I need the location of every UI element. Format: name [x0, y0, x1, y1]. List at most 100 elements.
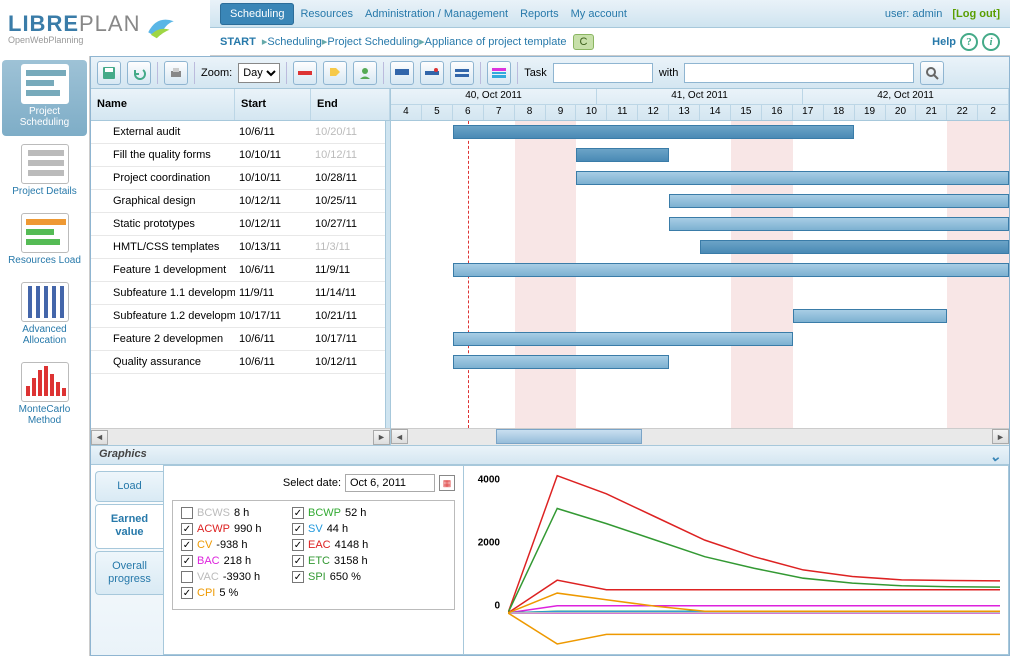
select-date-input[interactable]	[345, 474, 435, 492]
checkbox-icon[interactable]: ✓	[181, 539, 193, 551]
table-row[interactable]: Subfeature 1.2 developme10/17/1110/21/11	[91, 305, 390, 328]
checkbox-icon[interactable]: ✓	[181, 523, 193, 535]
sidebar-item-project-scheduling[interactable]: Project Scheduling	[2, 60, 87, 136]
graphics-header[interactable]: Graphics⌄	[91, 445, 1009, 465]
table-row[interactable]: Graphical design10/12/1110/25/11	[91, 190, 390, 213]
gantt-bar[interactable]	[669, 194, 1009, 208]
sidebar-icon	[21, 213, 69, 253]
calendar-icon[interactable]: ▦	[439, 475, 455, 491]
day-header: 6	[453, 105, 484, 120]
legend-item[interactable]: ✓ACWP 990 h	[181, 523, 276, 535]
graphics-tab[interactable]: Load	[95, 471, 163, 502]
table-row[interactable]: Static prototypes10/12/1110/27/11	[91, 213, 390, 236]
gantt-bar[interactable]	[576, 148, 669, 162]
day-header: 10	[576, 105, 607, 120]
day-header: 20	[886, 105, 917, 120]
graphics-tab[interactable]: Overall progress	[95, 551, 163, 595]
sidebar-item-resources-load[interactable]: Resources Load	[2, 209, 87, 274]
logout-link[interactable]: [Log out]	[952, 8, 1000, 20]
legend-item[interactable]: ✓ETC 3158 h	[292, 555, 387, 567]
day-header: 12	[638, 105, 669, 120]
col-name[interactable]: Name	[91, 89, 235, 120]
crumb-start[interactable]: START	[220, 36, 256, 48]
checkbox-icon[interactable]: ✓	[292, 571, 304, 583]
table-row[interactable]: Fill the quality forms10/10/1110/12/11	[91, 144, 390, 167]
nav-tab-administration-management[interactable]: Administration / Management	[359, 4, 514, 24]
search-icon[interactable]	[920, 61, 944, 85]
task-input[interactable]	[553, 63, 653, 83]
nav-tab-resources[interactable]: Resources	[294, 4, 359, 24]
save-icon[interactable]	[97, 61, 121, 85]
filter-icon[interactable]	[450, 61, 474, 85]
sidebar-item-project-details[interactable]: Project Details	[2, 140, 87, 205]
crumb[interactable]: Project Scheduling	[327, 36, 419, 48]
undo-icon[interactable]	[127, 61, 151, 85]
table-row[interactable]: HMTL/CSS templates10/13/1111/3/11	[91, 236, 390, 259]
legend-item[interactable]: ✓CPI 5 %	[181, 587, 276, 599]
graphics-tab[interactable]: Earned value	[95, 504, 163, 548]
table-row[interactable]: Feature 1 development10/6/1111/9/11	[91, 259, 390, 282]
legend-item[interactable]: ✓EAC 4148 h	[292, 539, 387, 551]
info-icon[interactable]: i	[982, 33, 1000, 51]
breadcrumb: START ▸Scheduling▸Project Scheduling▸App…	[210, 28, 1010, 56]
gantt-bar[interactable]	[576, 171, 1009, 185]
print-icon[interactable]	[164, 61, 188, 85]
legend-item[interactable]: ✓BCWP 52 h	[292, 507, 387, 519]
checkbox-icon[interactable]: ✓	[292, 523, 304, 535]
grid-hscroll[interactable]: ◄►	[91, 428, 390, 445]
nav-tab-scheduling[interactable]: Scheduling	[220, 3, 294, 25]
table-row[interactable]: Project coordination10/10/1110/28/11	[91, 167, 390, 190]
with-input[interactable]	[684, 63, 914, 83]
day-header: 13	[669, 105, 700, 120]
col-start[interactable]: Start	[235, 89, 311, 120]
gantt-hscroll[interactable]: ◄ ►	[391, 428, 1009, 445]
help-icon[interactable]: ?	[960, 33, 978, 51]
critical-path-icon[interactable]	[293, 61, 317, 85]
zoom-select[interactable]: Day	[238, 63, 280, 83]
legend-item[interactable]: BCWS 8 h	[181, 507, 276, 519]
checkbox-icon[interactable]: ✓	[181, 555, 193, 567]
legend-item[interactable]: VAC -3930 h	[181, 571, 276, 583]
gantt-bar[interactable]	[453, 332, 793, 346]
resources-icon[interactable]	[353, 61, 377, 85]
table-row[interactable]: Feature 2 developmen10/6/1110/17/11	[91, 328, 390, 351]
legend-item[interactable]: ✓SV 44 h	[292, 523, 387, 535]
gantt-bar[interactable]	[669, 217, 1009, 231]
gantt-bar[interactable]	[453, 355, 669, 369]
checkbox-icon[interactable]: ✓	[181, 587, 193, 599]
sidebar-item-advanced-allocation[interactable]: Advanced Allocation	[2, 278, 87, 354]
day-header: 15	[731, 105, 762, 120]
sidebar-item-montecarlo-method[interactable]: MonteCarlo Method	[2, 358, 87, 434]
day-header: 14	[700, 105, 731, 120]
gantt-bar[interactable]	[453, 125, 855, 139]
chevron-down-icon[interactable]: ⌄	[989, 448, 1001, 462]
table-row[interactable]: External audit10/6/1110/20/11	[91, 121, 390, 144]
day-header: 9	[546, 105, 577, 120]
checkbox-icon[interactable]: ✓	[292, 507, 304, 519]
table-row[interactable]: Quality assurance10/6/1110/12/11	[91, 351, 390, 374]
checkbox-icon[interactable]	[181, 571, 193, 583]
gantt-bar[interactable]	[700, 240, 1009, 254]
legend-icon[interactable]	[487, 61, 511, 85]
day-header: 17	[793, 105, 824, 120]
table-row[interactable]: Subfeature 1.1 developme11/9/1111/14/11	[91, 282, 390, 305]
legend-item[interactable]: ✓CV -938 h	[181, 539, 276, 551]
help-link[interactable]: Help	[932, 36, 956, 48]
gantt-bar[interactable]	[453, 263, 1009, 277]
nav-tab-my-account[interactable]: My account	[565, 4, 633, 24]
collapse-icon[interactable]	[420, 61, 444, 85]
checkbox-icon[interactable]	[181, 507, 193, 519]
checkbox-icon[interactable]: ✓	[292, 555, 304, 567]
day-header: 22	[947, 105, 978, 120]
expand-icon[interactable]	[390, 61, 414, 85]
legend-item[interactable]: ✓BAC 218 h	[181, 555, 276, 567]
legend-item[interactable]: ✓SPI 650 %	[292, 571, 387, 583]
col-end[interactable]: End	[311, 89, 390, 120]
nav-tab-reports[interactable]: Reports	[514, 4, 565, 24]
checkbox-icon[interactable]: ✓	[292, 539, 304, 551]
gantt-bar[interactable]	[793, 309, 948, 323]
sidebar: Project SchedulingProject DetailsResourc…	[0, 56, 90, 656]
crumb[interactable]: Scheduling	[267, 36, 321, 48]
labels-icon[interactable]	[323, 61, 347, 85]
crumb[interactable]: Appliance of project template	[425, 36, 567, 48]
